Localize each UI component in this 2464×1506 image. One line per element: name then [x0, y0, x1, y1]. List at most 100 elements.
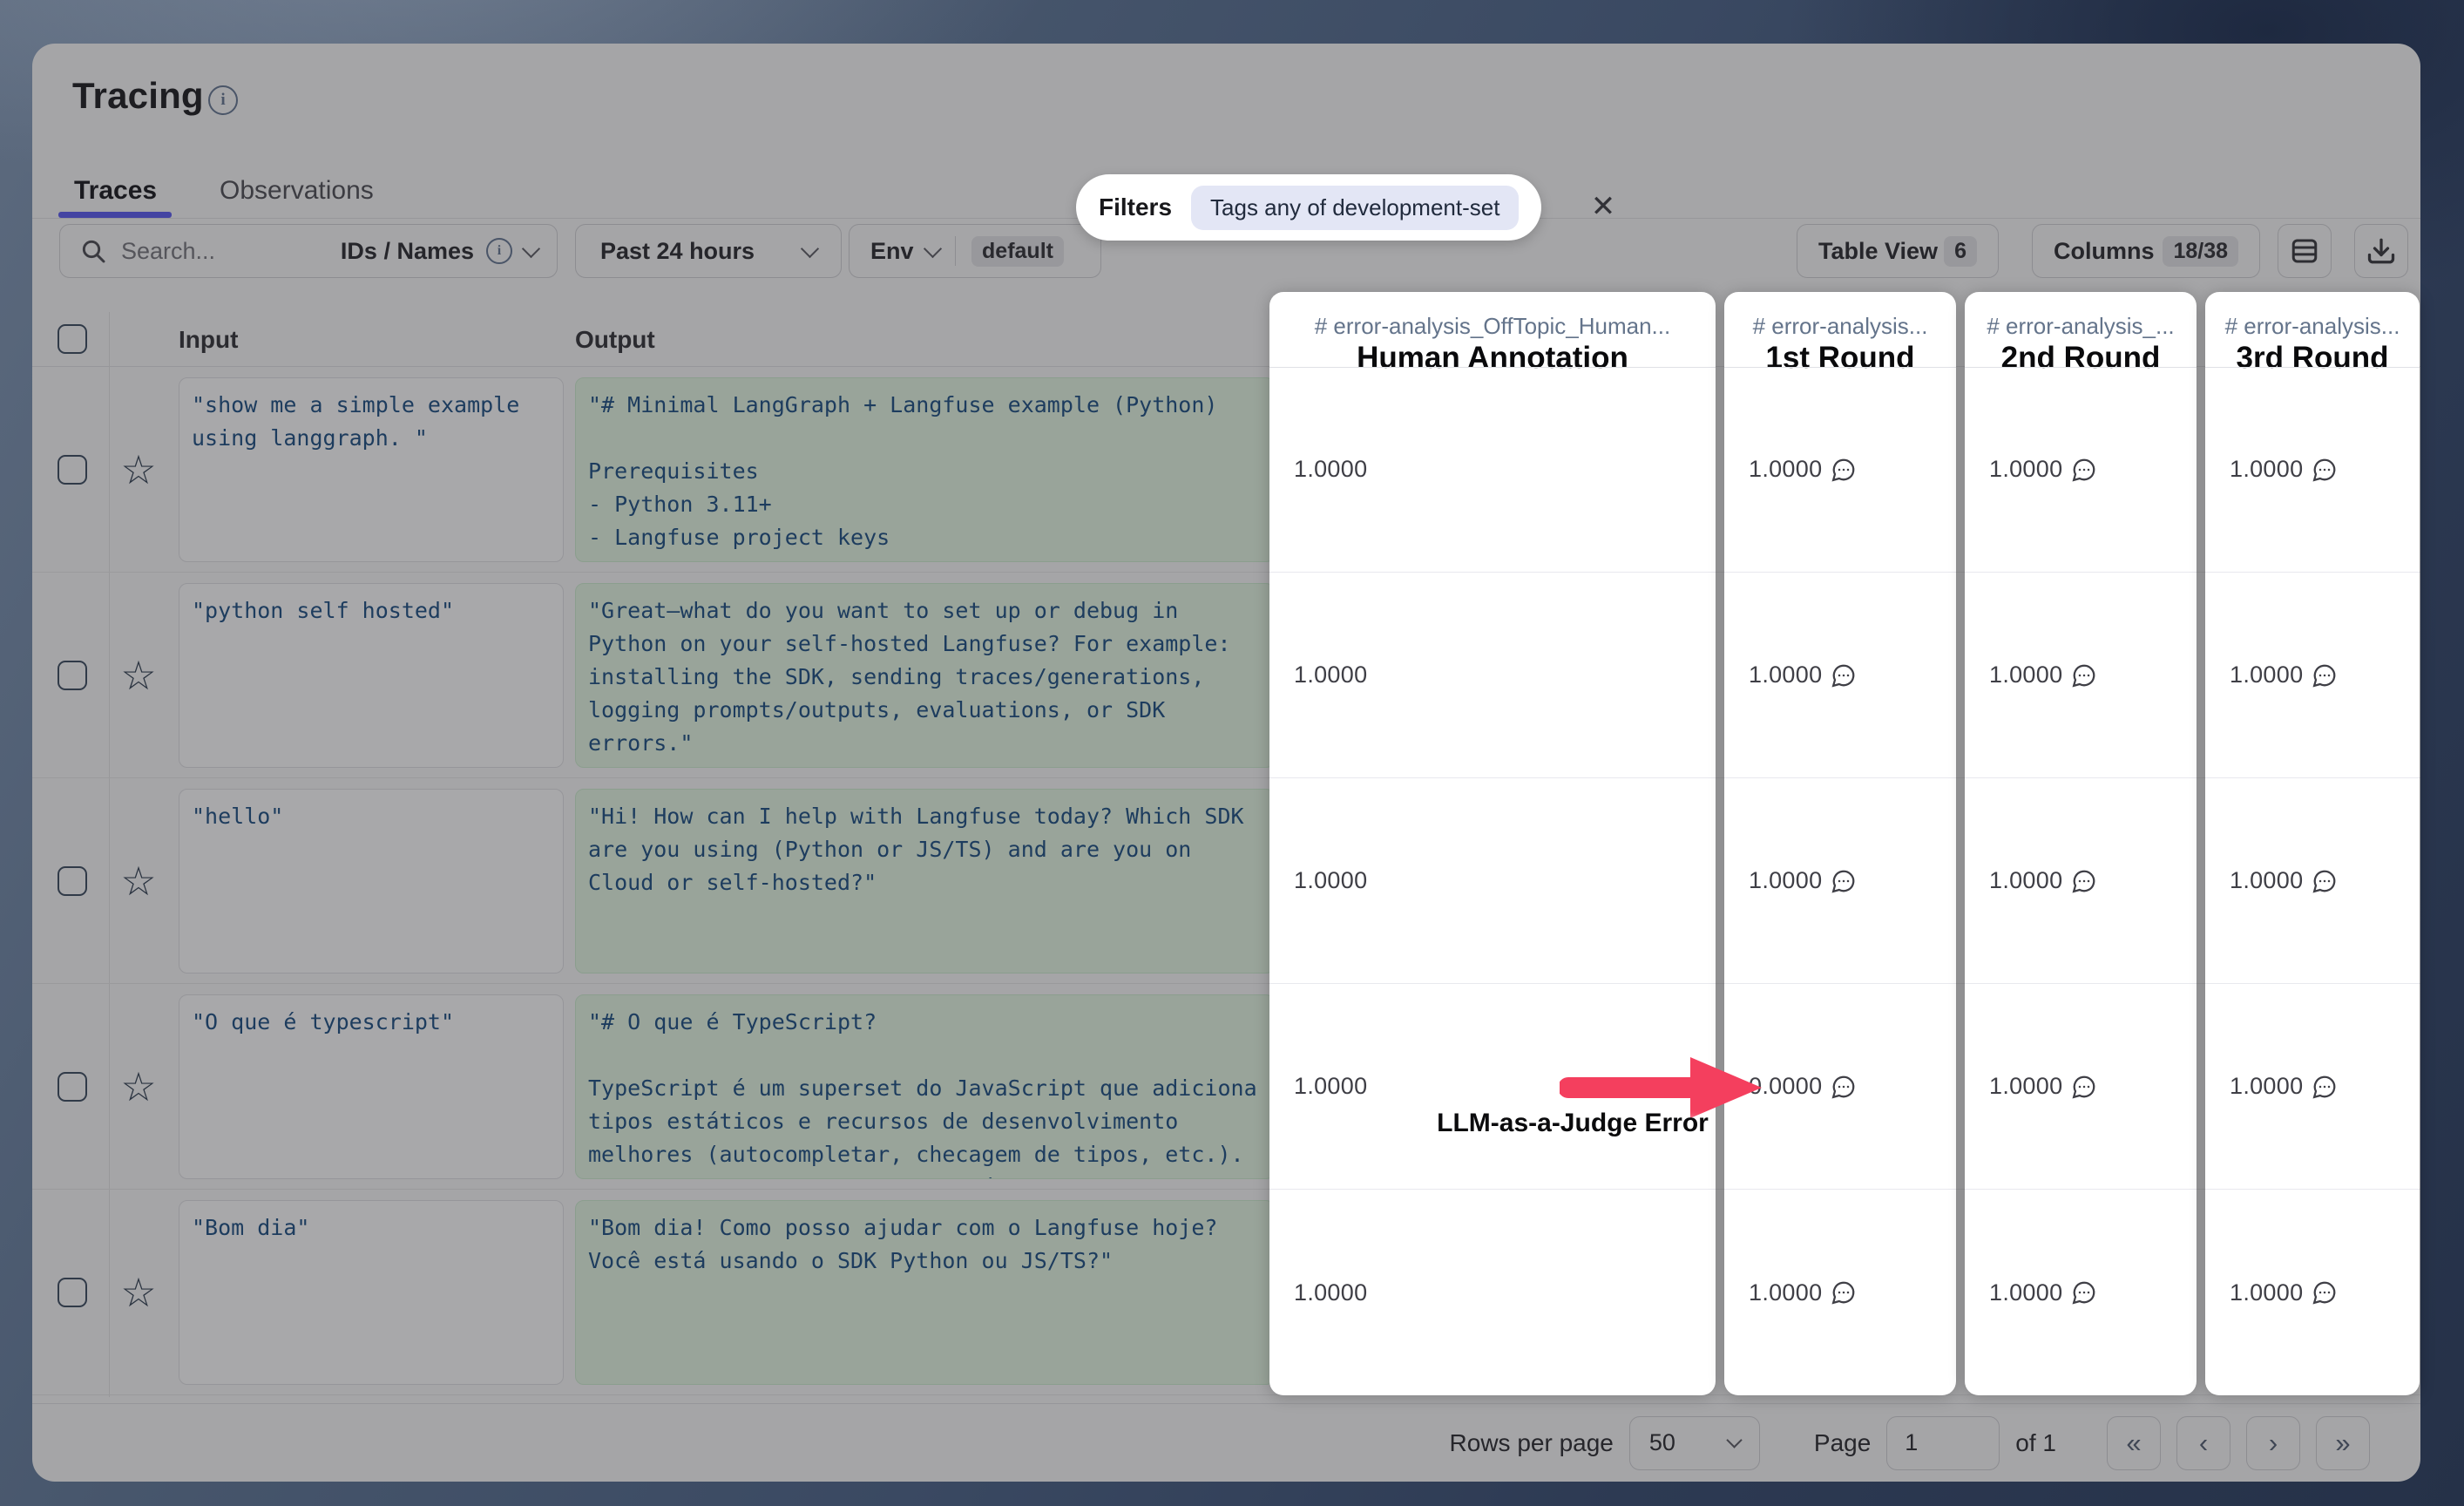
- select-all-checkbox[interactable]: [58, 324, 87, 354]
- score-cell: 1.0000: [2205, 573, 2420, 778]
- next-page-button[interactable]: ›: [2246, 1416, 2300, 1470]
- score-value: 1.0000: [1989, 661, 2062, 689]
- score-cell: 1.0000: [1269, 778, 1716, 984]
- score-cell: 1.0000: [1965, 1190, 2197, 1395]
- table-view-count-badge: 6: [1944, 236, 1977, 267]
- search-type-label: IDs / Names: [341, 238, 474, 265]
- page-number-input[interactable]: 1: [1886, 1416, 2000, 1470]
- first-page-button[interactable]: «: [2107, 1416, 2161, 1470]
- comment-icon[interactable]: [1831, 868, 1857, 894]
- search-control[interactable]: Search... IDs / Names i: [59, 224, 558, 278]
- score-cell: 1.0000: [1965, 573, 2197, 778]
- score-cell: 1.0000: [2205, 367, 2420, 573]
- row-checkbox[interactable]: [58, 1278, 87, 1307]
- score-value: 1.0000: [1989, 1073, 2062, 1100]
- input-cell[interactable]: "python self hosted": [179, 583, 564, 768]
- input-cell[interactable]: "hello": [179, 789, 564, 973]
- score-cell: 1.0000: [2205, 778, 2420, 984]
- column-header-output[interactable]: Output: [575, 326, 655, 354]
- output-cell[interactable]: "Bom dia! Como posso ajudar com o Langfu…: [575, 1200, 1275, 1385]
- last-page-button[interactable]: »: [2316, 1416, 2370, 1470]
- time-range-value: Past 24 hours: [600, 238, 755, 265]
- row-height-button[interactable]: [2278, 224, 2332, 278]
- row-checkbox[interactable]: [58, 661, 87, 690]
- score-value: 1.0000: [2230, 456, 2303, 483]
- row-checkbox[interactable]: [58, 455, 87, 485]
- comment-icon[interactable]: [2312, 662, 2338, 689]
- score-cell: 1.0000: [1269, 367, 1716, 573]
- comment-icon[interactable]: [2071, 457, 2097, 483]
- comment-icon[interactable]: [1831, 457, 1857, 483]
- score-cell: 1.0000: [1724, 1190, 1956, 1395]
- previous-page-button[interactable]: ‹: [2176, 1416, 2230, 1470]
- comment-icon[interactable]: [2071, 868, 2097, 894]
- bookmark-star-icon[interactable]: ☆: [116, 653, 161, 698]
- comment-icon[interactable]: [2071, 1074, 2097, 1100]
- bookmark-star-icon[interactable]: ☆: [116, 447, 161, 492]
- comment-icon[interactable]: [2312, 868, 2338, 894]
- rows-per-page-select[interactable]: 50: [1629, 1416, 1760, 1470]
- comment-icon[interactable]: [2071, 1279, 2097, 1306]
- time-range-select[interactable]: Past 24 hours: [575, 224, 842, 278]
- output-cell[interactable]: "# O que é TypeScript? TypeScript é um s…: [575, 994, 1275, 1179]
- table-view-button[interactable]: Table View 6: [1797, 224, 1999, 278]
- score-column-header[interactable]: # error-analysis...: [1724, 313, 1956, 340]
- comment-icon[interactable]: [2071, 662, 2097, 689]
- output-cell[interactable]: "Hi! How can I help with Langfuse today?…: [575, 789, 1275, 973]
- export-button[interactable]: [2354, 224, 2408, 278]
- score-column-2nd-round: # error-analysis_... 2nd Round 1.0000 1.…: [1965, 292, 2197, 1395]
- score-value: 1.0000: [1294, 867, 1367, 894]
- row-checkbox[interactable]: [58, 866, 87, 896]
- tab-traces[interactable]: Traces: [74, 176, 157, 206]
- row-checkbox[interactable]: [58, 1072, 87, 1102]
- search-input[interactable]: Search...: [121, 238, 215, 265]
- score-value: 1.0000: [1989, 1279, 2062, 1306]
- env-label: Env: [870, 238, 914, 265]
- score-column-header[interactable]: # error-analysis_...: [1965, 313, 2197, 340]
- filter-chip-tags[interactable]: Tags any of development-set: [1191, 186, 1519, 230]
- bookmark-star-icon[interactable]: ☆: [116, 1270, 161, 1315]
- score-cell: 1.0000: [1724, 573, 1956, 778]
- score-value: 1.0000: [1749, 1279, 1822, 1306]
- score-cell: 1.0000: [2205, 984, 2420, 1190]
- column-header-input[interactable]: Input: [179, 326, 238, 354]
- clear-filter-button[interactable]: ✕: [1581, 185, 1625, 228]
- info-icon[interactable]: i: [208, 85, 238, 115]
- columns-button[interactable]: Columns 18/38: [2032, 224, 2260, 278]
- page-title: Tracing: [72, 75, 204, 117]
- table-view-label: Table View: [1818, 238, 1938, 265]
- comment-icon[interactable]: [1831, 1279, 1857, 1306]
- score-cell: 1.0000: [1965, 984, 2197, 1190]
- output-cell[interactable]: "Great—what do you want to set up or deb…: [575, 583, 1275, 768]
- comment-icon[interactable]: [1831, 662, 1857, 689]
- chevron-down-icon: [522, 239, 540, 257]
- score-cell: 1.0000: [1724, 778, 1956, 984]
- env-select[interactable]: Env default: [849, 224, 1101, 278]
- output-cell[interactable]: "# Minimal LangGraph + Langfuse example …: [575, 377, 1275, 562]
- score-value: 1.0000: [1294, 661, 1367, 689]
- info-icon: i: [486, 238, 512, 264]
- score-value: 1.0000: [2230, 1073, 2303, 1100]
- rows-per-page-label: Rows per page: [1450, 1429, 1614, 1457]
- input-cell[interactable]: "show me a simple example using langgrap…: [179, 377, 564, 562]
- score-column-3rd-round: # error-analysis... 3rd Round 1.0000 1.0…: [2205, 292, 2420, 1395]
- comment-icon[interactable]: [2312, 457, 2338, 483]
- close-icon: ✕: [1591, 189, 1616, 224]
- score-cell: 1.0000: [1269, 1190, 1716, 1395]
- comment-icon[interactable]: [2312, 1279, 2338, 1306]
- input-cell[interactable]: "Bom dia": [179, 1200, 564, 1385]
- score-value: 1.0000: [1294, 1279, 1367, 1306]
- tab-observations[interactable]: Observations: [220, 176, 374, 206]
- bookmark-star-icon[interactable]: ☆: [116, 858, 161, 904]
- input-cell[interactable]: "O que é typescript": [179, 994, 564, 1179]
- bookmark-star-icon[interactable]: ☆: [116, 1064, 161, 1109]
- score-column-1st-round: # error-analysis... 1st Round 1.0000 1.0…: [1724, 292, 1956, 1395]
- score-cell: 1.0000: [2205, 1190, 2420, 1395]
- score-column-header[interactable]: # error-analysis_OffTopic_Human...: [1269, 313, 1716, 340]
- filters-button[interactable]: Filters Tags any of development-set: [1076, 174, 1541, 241]
- score-column-header[interactable]: # error-analysis...: [2205, 313, 2420, 340]
- comment-icon[interactable]: [2312, 1074, 2338, 1100]
- comment-icon[interactable]: [1831, 1074, 1857, 1100]
- chevron-down-icon: [1726, 1432, 1742, 1448]
- score-value: 1.0000: [1989, 456, 2062, 483]
